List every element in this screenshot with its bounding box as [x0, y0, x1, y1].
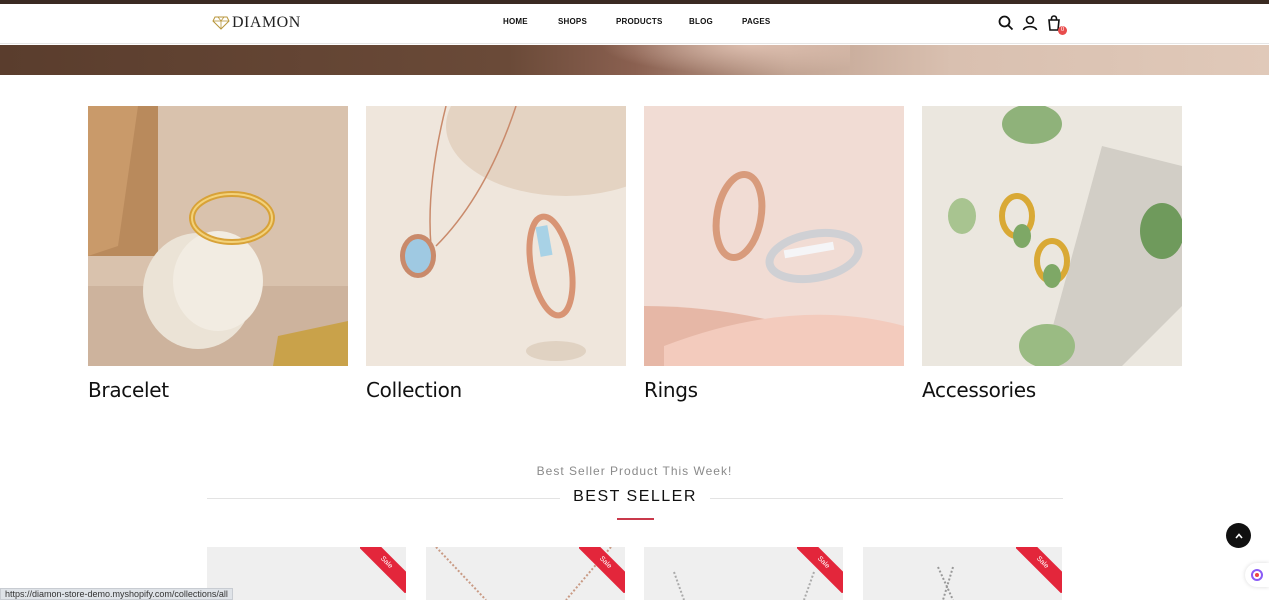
accessories-image[interactable] [922, 106, 1182, 366]
nav-home[interactable]: HOME [503, 17, 528, 26]
rings-image[interactable] [644, 106, 904, 366]
sale-badge: Sale [579, 547, 625, 593]
category-title[interactable]: Collection [366, 378, 626, 402]
bracelet-image[interactable] [88, 106, 348, 366]
nav-shops[interactable]: SHOPS [558, 17, 587, 26]
user-icon[interactable] [1022, 15, 1038, 31]
header-icons: 0 [998, 15, 1067, 35]
category-card-collection[interactable]: Collection [366, 106, 626, 402]
back-to-top-button[interactable] [1226, 523, 1251, 548]
sale-badge-label: Sale [797, 547, 843, 593]
cart-count-badge: 0 [1058, 26, 1067, 35]
logo[interactable]: DIAMON [212, 14, 301, 32]
hero-banner-bottom [0, 45, 1269, 75]
category-card-accessories[interactable]: Accessories [922, 106, 1182, 402]
category-title[interactable]: Accessories [922, 378, 1182, 402]
sale-badge-label: Sale [579, 547, 625, 593]
product-card[interactable]: Sale [644, 547, 843, 600]
category-title[interactable]: Rings [644, 378, 904, 402]
chevron-up-icon [1234, 532, 1243, 539]
sale-badge: Sale [1016, 547, 1062, 593]
product-card[interactable]: Sale [863, 547, 1062, 600]
diamond-icon [212, 16, 230, 30]
best-seller-heading: BEST SELLER [207, 488, 1063, 508]
cart-icon[interactable]: 0 [1046, 15, 1067, 35]
product-card[interactable]: Sale [207, 547, 406, 600]
title-underline [617, 518, 654, 520]
nav-products[interactable]: PRODUCTS [616, 17, 663, 26]
widget-icon [1251, 569, 1263, 581]
logo-text: DIAMON [232, 14, 301, 31]
chat-widget[interactable] [1245, 563, 1269, 587]
collection-image[interactable] [366, 106, 626, 366]
best-seller-title: BEST SELLER [573, 488, 697, 505]
sale-badge-label: Sale [360, 547, 406, 593]
best-seller-subtitle: Best Seller Product This Week! [536, 464, 733, 478]
nav-blog[interactable]: BLOG [689, 17, 713, 26]
search-icon[interactable] [998, 15, 1014, 31]
site-header: DIAMON HOME SHOPS PRODUCTS BLOG PAGES 0 [0, 4, 1269, 44]
category-card-rings[interactable]: Rings [644, 106, 904, 402]
sale-badge: Sale [360, 547, 406, 593]
category-card-bracelet[interactable]: Bracelet [88, 106, 348, 402]
sale-badge: Sale [797, 547, 843, 593]
product-card[interactable]: Sale [426, 547, 625, 600]
sale-badge-label: Sale [1016, 547, 1062, 593]
nav-pages[interactable]: PAGES [742, 17, 770, 26]
status-bar-url: https://diamon-store-demo.myshopify.com/… [0, 588, 233, 600]
category-title[interactable]: Bracelet [88, 378, 348, 402]
